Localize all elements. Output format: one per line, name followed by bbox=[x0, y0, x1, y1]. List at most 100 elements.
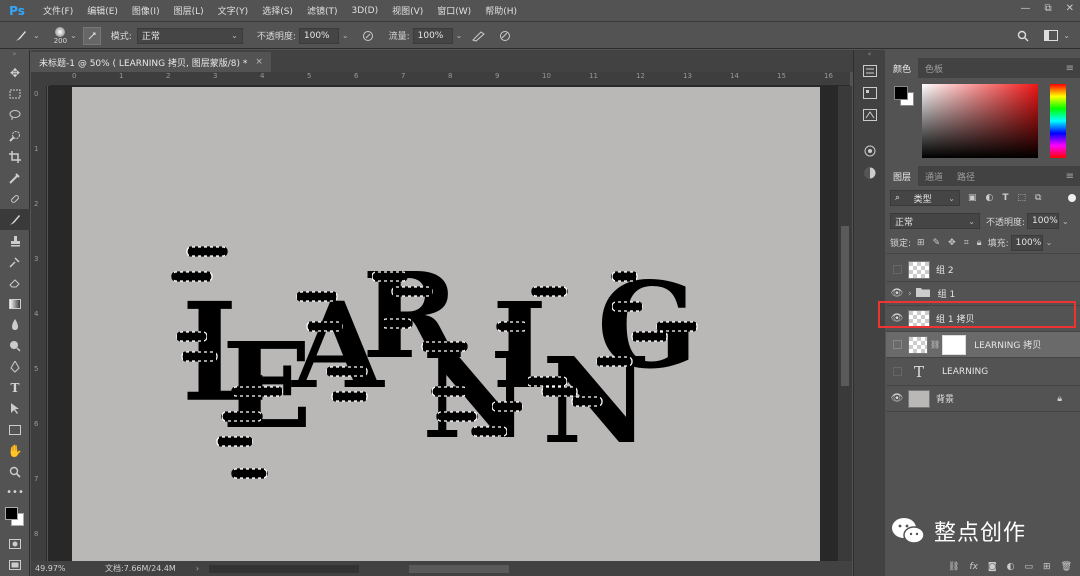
panel-menu-icon[interactable]: ≡ bbox=[1066, 171, 1074, 182]
layer-filter-select[interactable]: ⌕ 类型 ⌄ bbox=[890, 190, 960, 206]
menu-filter[interactable]: 滤镜(T) bbox=[300, 4, 345, 17]
menu-3d[interactable]: 3D(D) bbox=[344, 6, 385, 16]
brush-panel-toggle-icon[interactable] bbox=[82, 26, 101, 45]
layer-row-group-2[interactable]: 组 2 bbox=[886, 258, 1080, 282]
type-tool-icon[interactable]: T bbox=[0, 377, 30, 398]
menu-edit[interactable]: 编辑(E) bbox=[80, 4, 125, 17]
tab-color[interactable]: 颜色 bbox=[886, 58, 919, 78]
layer-opacity-input[interactable]: 100% bbox=[1027, 213, 1060, 229]
flow-input[interactable]: 100% bbox=[412, 27, 453, 44]
tab-channels[interactable]: 通道 bbox=[918, 166, 950, 186]
properties-panel-icon[interactable] bbox=[854, 82, 886, 104]
add-mask-icon[interactable]: ◙ bbox=[988, 562, 997, 572]
zoom-tool-icon[interactable] bbox=[0, 461, 30, 482]
fill-dropdown-icon[interactable]: ⌄ bbox=[1046, 238, 1053, 247]
move-tool-icon[interactable]: ✥ bbox=[0, 62, 30, 83]
menu-select[interactable]: 选择(S) bbox=[255, 4, 300, 17]
dodge-tool-icon[interactable] bbox=[0, 335, 30, 356]
menu-layer[interactable]: 图层(L) bbox=[167, 4, 211, 17]
opacity-dropdown-icon[interactable]: ⌄ bbox=[1062, 217, 1069, 226]
color-swatches[interactable] bbox=[0, 503, 29, 533]
search-icon[interactable] bbox=[1014, 27, 1032, 45]
close-button[interactable]: ✕ bbox=[1066, 3, 1074, 14]
trash-icon[interactable]: 🗑︎ bbox=[1061, 562, 1072, 572]
fill-input[interactable]: 100% bbox=[1010, 234, 1043, 251]
minimize-button[interactable]: — bbox=[1020, 3, 1030, 14]
mode-select[interactable]: 正常 ⌄ bbox=[136, 27, 243, 44]
tool-preset-dropdown-icon[interactable]: ⌄ bbox=[33, 31, 40, 40]
adjustment-layer-icon[interactable]: ◐ bbox=[1007, 562, 1015, 572]
layer-style-icon[interactable]: fx bbox=[969, 562, 978, 572]
menu-type[interactable]: 文字(Y) bbox=[211, 4, 256, 17]
restore-button[interactable]: ⧉ bbox=[1044, 3, 1051, 14]
layer-row-learning-copy[interactable]: ⛓︎ LEARNING 拷贝 bbox=[886, 332, 1080, 358]
rectangle-tool-icon[interactable] bbox=[0, 419, 30, 440]
new-layer-icon[interactable]: ⊞ bbox=[1043, 562, 1051, 572]
quick-selection-tool-icon[interactable] bbox=[0, 125, 30, 146]
link-icon[interactable]: ⛓︎ bbox=[930, 340, 940, 349]
tab-swatches[interactable]: 色板 bbox=[918, 58, 950, 78]
visibility-toggle-empty[interactable] bbox=[886, 265, 908, 274]
quick-mask-icon[interactable] bbox=[0, 533, 30, 554]
link-layers-icon[interactable]: ⛓︎ bbox=[948, 562, 959, 572]
menu-help[interactable]: 帮助(H) bbox=[478, 4, 524, 17]
layer-row-learning[interactable]: T LEARNING bbox=[886, 358, 1080, 386]
menu-image[interactable]: 图像(I) bbox=[125, 4, 167, 17]
document-tab[interactable]: 未标题-1 @ 50% ( LEARNING 拷贝, 图层蒙版/8) * × bbox=[31, 52, 271, 72]
tab-paths[interactable]: 路径 bbox=[950, 166, 982, 186]
zoom-level[interactable]: 49.97% bbox=[35, 564, 95, 573]
clone-stamp-tool-icon[interactable] bbox=[0, 230, 30, 251]
smart-object-filter-icon[interactable]: ⧉ bbox=[1035, 193, 1041, 203]
workspace-icon[interactable] bbox=[1042, 27, 1060, 45]
status-menu-arrow-icon[interactable]: › bbox=[196, 564, 199, 573]
filter-toggle-icon[interactable] bbox=[1068, 194, 1076, 202]
hue-slider[interactable] bbox=[1050, 84, 1066, 158]
airbrush-icon[interactable] bbox=[470, 27, 488, 45]
tab-layers[interactable]: 图层 bbox=[886, 166, 919, 186]
adjustments-panel-icon[interactable] bbox=[854, 104, 886, 126]
workspace-dropdown-icon[interactable]: ⌄ bbox=[1063, 31, 1070, 40]
toolbar-collapse-icon[interactable]: » bbox=[0, 50, 29, 62]
eyedropper-tool-icon[interactable] bbox=[0, 167, 30, 188]
panel-menu-icon[interactable]: ≡ bbox=[1066, 63, 1074, 74]
pressure-size-icon[interactable] bbox=[496, 27, 514, 45]
pressure-opacity-icon[interactable] bbox=[359, 27, 377, 45]
type-filter-icon[interactable]: T bbox=[1002, 193, 1008, 203]
shape-filter-icon[interactable]: ⬚ bbox=[1018, 193, 1027, 203]
gradient-tool-icon[interactable] bbox=[0, 293, 30, 314]
opacity-input[interactable]: 100% bbox=[298, 27, 339, 44]
eye-icon[interactable]: 👁︎ bbox=[886, 288, 908, 299]
horizontal-scrollbar-thumb[interactable] bbox=[409, 564, 510, 573]
close-tab-icon[interactable]: × bbox=[255, 57, 263, 67]
brush-tool-icon[interactable] bbox=[12, 27, 30, 45]
visibility-toggle-empty[interactable] bbox=[886, 340, 908, 349]
lock-transparent-icon[interactable]: ⊞ bbox=[917, 238, 925, 248]
layer-row-background[interactable]: 👁︎ 背景 🔒︎ bbox=[886, 386, 1080, 412]
lasso-tool-icon[interactable] bbox=[0, 104, 30, 125]
vertical-scrollbar[interactable] bbox=[838, 86, 852, 561]
menu-window[interactable]: 窗口(W) bbox=[430, 4, 478, 17]
brush-size-dropdown-icon[interactable]: ⌄ bbox=[70, 31, 77, 40]
flow-dropdown-icon[interactable]: ⌄ bbox=[456, 31, 463, 40]
history-brush-tool-icon[interactable] bbox=[0, 251, 30, 272]
blur-tool-icon[interactable] bbox=[0, 314, 30, 335]
visibility-toggle-empty[interactable] bbox=[886, 367, 908, 376]
lock-pixels-icon[interactable]: ✎ bbox=[933, 238, 941, 248]
chevron-right-icon[interactable]: › bbox=[908, 289, 912, 299]
eye-icon[interactable]: 👁︎ bbox=[886, 393, 908, 404]
lock-artboard-icon[interactable]: ⌗ bbox=[964, 238, 969, 248]
libraries-panel-icon[interactable] bbox=[854, 140, 886, 162]
pen-tool-icon[interactable] bbox=[0, 356, 30, 377]
adjustment-filter-icon[interactable]: ◐ bbox=[986, 193, 994, 203]
foreground-color-swatch[interactable] bbox=[5, 507, 18, 520]
marquee-tool-icon[interactable] bbox=[0, 83, 30, 104]
pixel-filter-icon[interactable]: ▣ bbox=[968, 193, 977, 203]
menu-view[interactable]: 视图(V) bbox=[385, 4, 430, 17]
blend-mode-select[interactable]: 正常 ⌄ bbox=[890, 213, 980, 229]
horizontal-scrollbar[interactable] bbox=[209, 564, 510, 573]
opacity-dropdown-icon[interactable]: ⌄ bbox=[342, 31, 349, 40]
history-panel-icon[interactable] bbox=[854, 60, 886, 82]
eraser-tool-icon[interactable] bbox=[0, 272, 30, 293]
screen-mode-icon[interactable] bbox=[0, 554, 30, 575]
brush-tool-icon[interactable] bbox=[0, 209, 30, 230]
